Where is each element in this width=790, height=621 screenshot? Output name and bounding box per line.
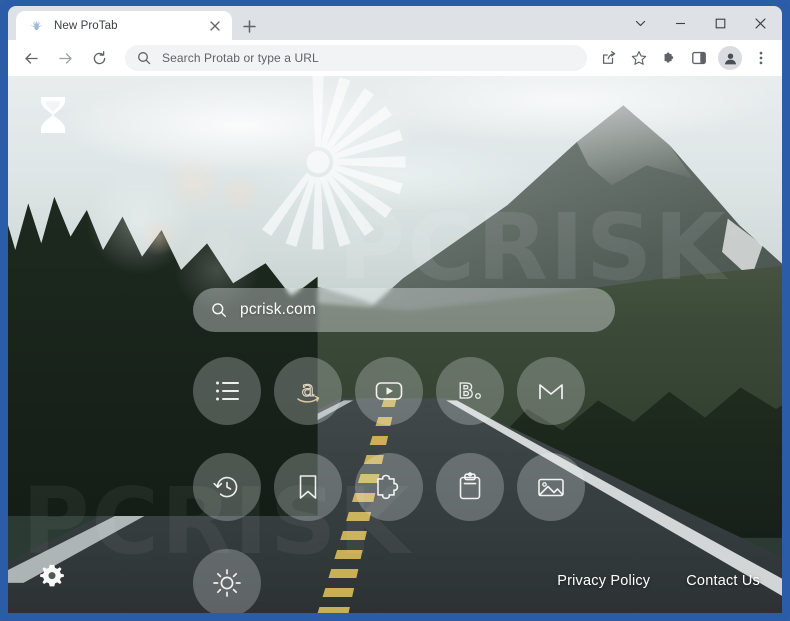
shortcut-bookmarks[interactable] [274,453,342,521]
browser-tab[interactable]: New ProTab [16,11,232,40]
gmail-icon [539,384,563,400]
address-bar-text: Search Protab or type a URL [162,51,319,65]
list-icon [216,381,239,401]
sun-icon [213,569,241,597]
new-tab-button[interactable] [238,15,260,37]
bookmark-icon [299,475,317,499]
clipboard-icon [459,472,481,500]
forward-icon[interactable] [51,44,79,72]
contact-us-link[interactable]: Contact Us [686,573,760,589]
star-icon[interactable] [625,44,653,72]
browser-toolbar: Search Protab or type a URL [8,40,782,76]
shortcut-notes[interactable] [436,453,504,521]
puzzle-icon[interactable] [655,44,683,72]
privacy-policy-link[interactable]: Privacy Policy [557,573,650,589]
shortcut-wallpaper[interactable] [517,453,585,521]
profile-icon[interactable] [718,46,742,70]
shortcut-amazon[interactable]: a [274,357,342,425]
shortcut-history[interactable] [193,453,261,521]
close-window-icon[interactable] [740,6,780,40]
browser-window: New ProTab Search Protab or type a URL p… [0,0,790,621]
gear-icon[interactable] [36,559,68,591]
image-icon [538,478,564,497]
back-icon[interactable] [17,44,45,72]
new-tab-page: PCRISK PCRISK pcrisk.com [8,76,782,613]
reload-icon[interactable] [85,44,113,72]
search-icon [211,302,228,318]
protab-search-value: pcrisk.com [240,301,317,318]
svg-text:B: B [458,379,473,403]
shortcut-weather[interactable] [193,549,261,613]
shortcut-extensions[interactable] [355,453,423,521]
booking-icon: B [458,378,481,404]
share-icon[interactable] [595,44,623,72]
shortcut-youtube[interactable] [355,357,423,425]
shortcut-feed[interactable] [193,357,261,425]
side-panel-icon[interactable] [685,44,713,72]
kebab-menu-icon[interactable] [747,44,775,72]
address-bar[interactable]: Search Protab or type a URL [125,45,587,71]
search-icon [137,51,152,65]
hourglass-icon[interactable] [34,94,72,136]
puzzle-icon [377,474,399,500]
footer-links: Privacy Policy Contact Us [557,573,760,589]
minimize-icon[interactable] [660,6,700,40]
tab-strip: New ProTab [8,6,782,40]
svg-text:a: a [301,377,314,402]
close-icon[interactable] [206,17,224,35]
protab-fan-icon [28,17,45,34]
shortcut-booking[interactable]: B [436,357,504,425]
window-controls [620,6,780,40]
amazon-icon: a [297,376,320,403]
chevron-down-icon[interactable] [620,6,660,40]
history-icon [213,476,238,498]
shortcut-gmail[interactable] [517,357,585,425]
tab-title: New ProTab [54,19,118,32]
youtube-icon [375,382,403,400]
shortcut-grid: a B [193,357,615,613]
protab-search-input[interactable]: pcrisk.com [193,288,615,332]
maximize-icon[interactable] [700,6,740,40]
